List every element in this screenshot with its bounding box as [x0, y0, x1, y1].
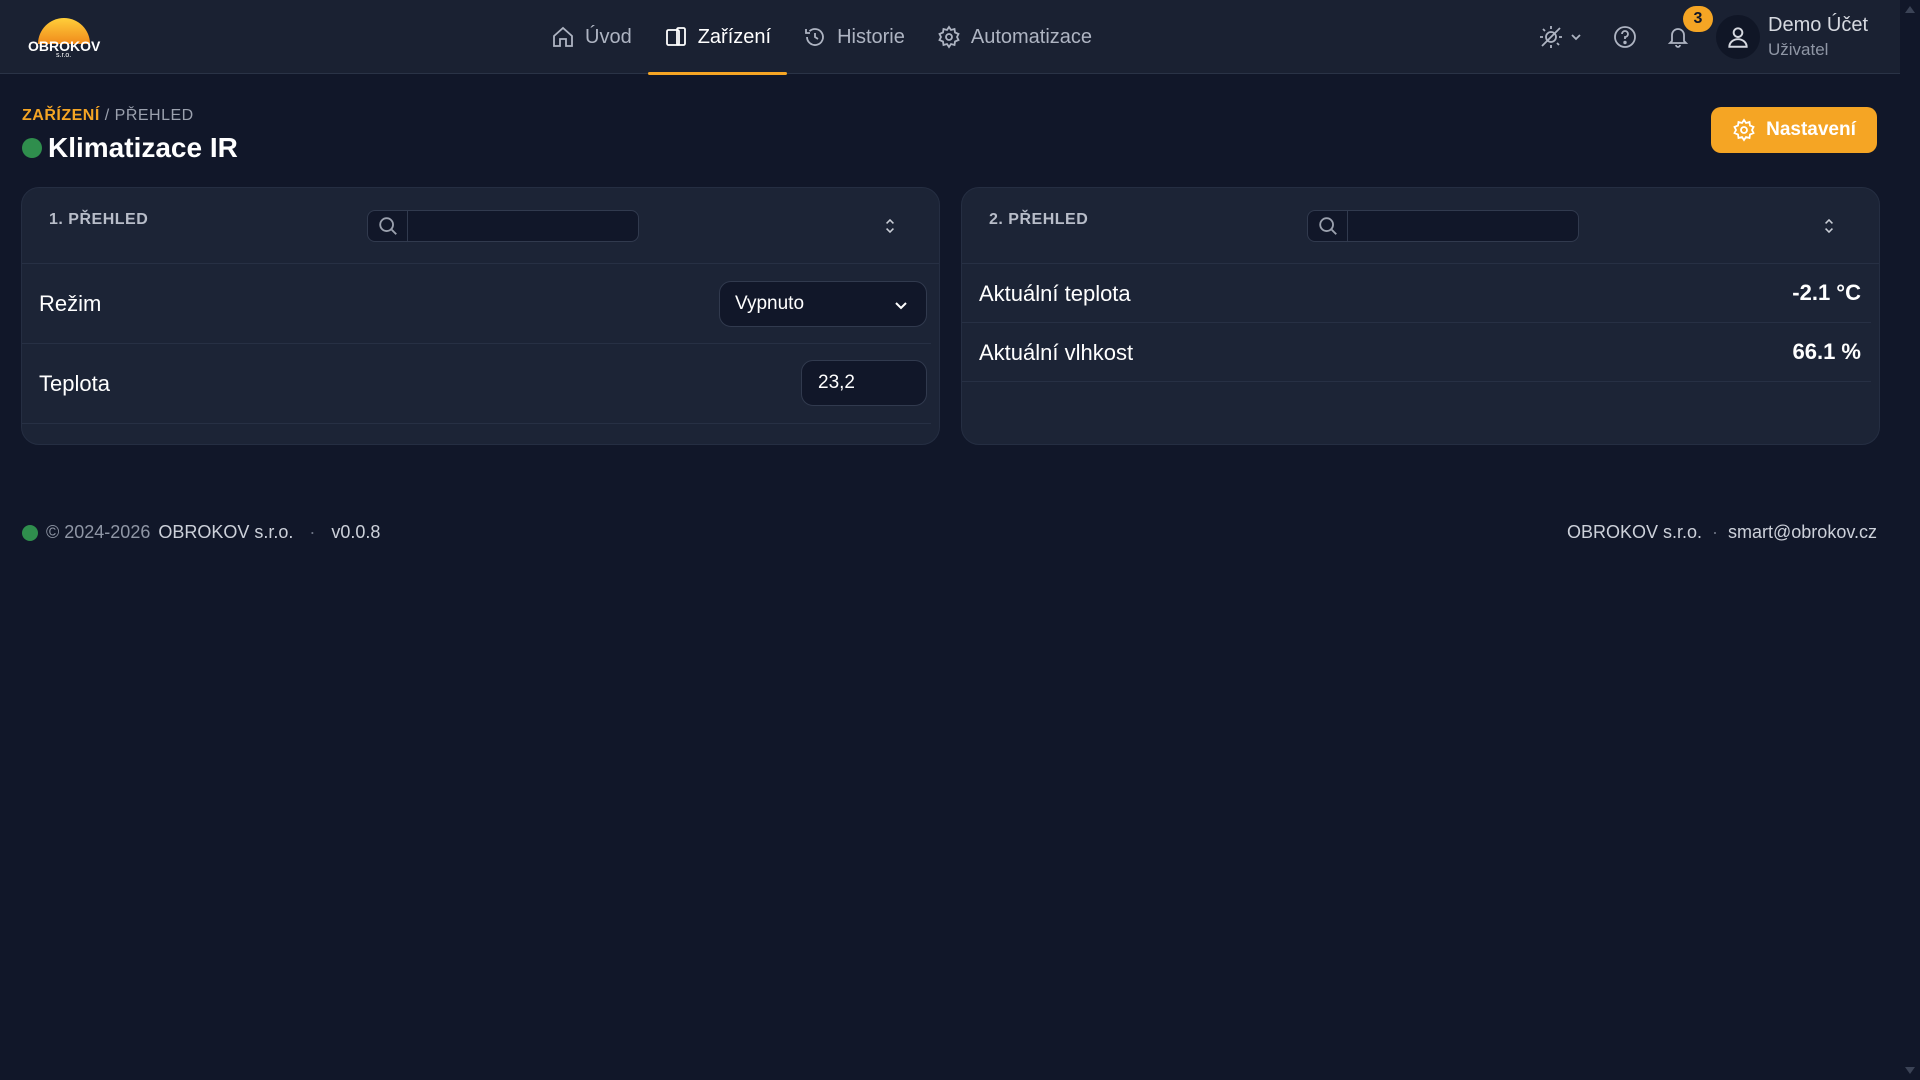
user-icon [1728, 27, 1748, 48]
overview-card-1: 1. PŘEHLED Režim Vypnuto Teplota 23,2 [21, 187, 940, 445]
breadcrumb-devices-link[interactable]: ZAŘÍZENÍ [22, 107, 100, 124]
footer-separator: · [1712, 522, 1719, 542]
row-current-temperature: Aktuální teplota -2.1 °C [962, 264, 1871, 323]
card-search [1307, 210, 1579, 242]
card-title: 1. PŘEHLED [49, 211, 149, 228]
footer-left: © 2024-2026 OBROKOV s.r.o. · v0.0.8 [22, 522, 380, 543]
nav-label: Zařízení [697, 25, 772, 48]
row-mode: Režim Vypnuto [22, 264, 931, 344]
nav-item-uvod[interactable]: Úvod [535, 0, 648, 74]
top-navigation-bar: OBROKOV s.r.o. Úvod Zařízení Historie Au… [0, 0, 1900, 75]
search-input[interactable] [1348, 211, 1578, 241]
help-icon [1614, 26, 1636, 48]
breadcrumb-separator: / [104, 107, 110, 124]
gear-icon [1733, 118, 1755, 142]
row-current-humidity: Aktuální vlhkost 66.1 % [962, 323, 1871, 382]
theme-toggle-button[interactable] [1538, 24, 1584, 50]
row-label: Aktuální teplota [979, 281, 1131, 306]
app-page: OBROKOV s.r.o. Úvod Zařízení Historie Au… [0, 0, 1920, 1080]
devices-icon [665, 27, 686, 46]
user-avatar[interactable] [1716, 15, 1760, 59]
search-icon [1308, 211, 1348, 241]
sort-toggle-icon[interactable] [1819, 215, 1839, 237]
settings-button[interactable]: Nastavení [1711, 107, 1877, 153]
scroll-down-arrow-icon[interactable] [1905, 1067, 1915, 1074]
footer-email-link[interactable]: smart@obrokov.cz [1728, 522, 1877, 543]
nav-item-zarizeni[interactable]: Zařízení [647, 0, 788, 75]
footer-company: OBROKOV s.r.o. [158, 522, 294, 542]
history-icon [805, 28, 824, 46]
nav-label: Automatizace [970, 25, 1093, 48]
card-search [367, 210, 639, 242]
search-icon [368, 211, 408, 241]
footer-right: OBROKOV s.r.o. · smart@obrokov.cz [1567, 522, 1877, 543]
help-button[interactable] [1612, 24, 1638, 50]
nav-item-historie[interactable]: Historie [787, 0, 921, 74]
scroll-up-arrow-icon[interactable] [1905, 6, 1915, 13]
user-name[interactable]: Demo Účet [1768, 14, 1868, 37]
page-title-row: Klimatizace IR [22, 132, 238, 164]
logo-subtext: s.r.o. [56, 52, 72, 59]
card-header: 2. PŘEHLED [962, 188, 1879, 264]
page-title: Klimatizace IR [48, 132, 238, 163]
theme-sun-icon [1540, 26, 1581, 48]
gear-icon [938, 25, 960, 49]
nav-item-automatizace[interactable]: Automatizace [921, 0, 1108, 74]
row-label: Aktuální vlhkost [979, 340, 1134, 365]
breadcrumb: ZAŘÍZENÍ / PŘEHLED [22, 107, 194, 125]
overview-card-2: 2. PŘEHLED Aktuální teplota -2.1 °C Aktu… [961, 187, 1880, 445]
current-humidity-value: 66.1 % [1792, 339, 1862, 364]
home-icon [553, 26, 573, 47]
settings-button-label: Nastavení [1766, 119, 1856, 140]
select-value: Vypnuto [735, 293, 805, 314]
temperature-input[interactable] [801, 360, 927, 406]
search-input[interactable] [408, 211, 638, 241]
footer-separator: · [309, 522, 316, 542]
row-temperature: Teplota [22, 344, 931, 424]
footer-company-right: OBROKOV s.r.o. [1566, 522, 1703, 542]
chevron-down-icon [895, 302, 907, 310]
card-title: 2. PŘEHLED [989, 211, 1089, 228]
device-status-indicator [22, 138, 42, 158]
nav-label: Úvod [585, 25, 632, 48]
mode-select[interactable]: Vypnuto [719, 281, 927, 327]
main-nav: Úvod Zařízení Historie Automatizace [535, 0, 1108, 75]
row-label: Režim [39, 291, 102, 316]
sort-toggle-icon[interactable] [880, 215, 900, 237]
current-temperature-value: -2.1 °C [1792, 280, 1861, 305]
page-scrollbar[interactable] [1900, 0, 1920, 1080]
card-header: 1. PŘEHLED [22, 188, 939, 264]
company-logo[interactable]: OBROKOV s.r.o. [26, 12, 102, 62]
footer-version: v0.0.8 [331, 522, 381, 542]
system-status-indicator [22, 524, 38, 541]
user-role: Uživatel [1768, 40, 1829, 59]
row-label: Teplota [39, 371, 110, 396]
notification-badge: 3 [1683, 6, 1713, 32]
footer-copyright: © 2024-2026 [46, 522, 151, 542]
nav-label: Historie [837, 25, 905, 48]
breadcrumb-overview: PŘEHLED [114, 107, 194, 124]
